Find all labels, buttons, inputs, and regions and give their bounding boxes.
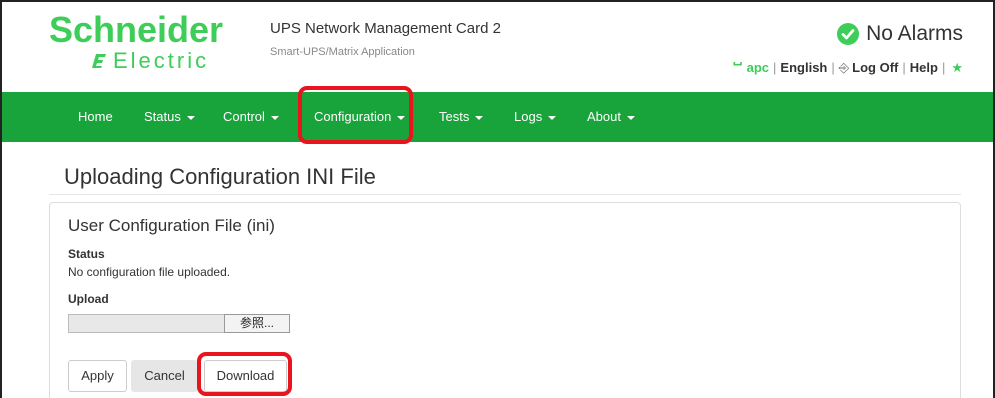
nav-tests-label: Tests [439, 109, 470, 124]
apply-button[interactable]: Apply [68, 360, 127, 392]
upload-label: Upload [68, 292, 109, 306]
configuration-highlight [298, 86, 413, 144]
separator: | [902, 60, 906, 75]
separator: | [941, 60, 946, 75]
electric-mark-icon [92, 54, 106, 68]
user-menu: ⵯ apc | English | ⎆ Log Off | Help | ★ [733, 59, 963, 76]
nav-home[interactable]: Home [78, 92, 113, 142]
help-link[interactable]: Help [910, 60, 938, 75]
check-circle-icon [837, 23, 860, 45]
language-link[interactable]: English [780, 60, 827, 75]
nav-home-label: Home [78, 109, 113, 124]
nav-logs-label: Logs [514, 109, 543, 124]
caret-down-icon [626, 115, 635, 120]
product-subtitle: Smart-UPS/Matrix Application [270, 46, 415, 58]
caret-down-icon [548, 115, 557, 120]
nav-about[interactable]: About [587, 92, 635, 142]
download-highlight [197, 352, 292, 396]
nav-about-label: About [587, 109, 621, 124]
caret-down-icon [475, 115, 484, 120]
user-icon: ⵯ [732, 59, 743, 75]
panel-title: User Configuration File (ini) [68, 216, 275, 235]
cancel-button[interactable]: Cancel [131, 360, 198, 392]
separator: | [773, 60, 777, 75]
browse-button[interactable]: 参照... [224, 314, 290, 333]
header: Schneider Electric UPS Network Managemen… [2, 2, 993, 92]
status-text: No configuration file uploaded. [68, 265, 231, 279]
nav-status[interactable]: Status [144, 92, 195, 142]
logo-wordmark-top: Schneider [49, 9, 224, 50]
schneider-electric-logo[interactable]: Schneider Electric [49, 12, 249, 78]
title-divider [49, 194, 961, 195]
logoff-icon: ⎆ [838, 59, 850, 75]
caret-down-icon [270, 115, 279, 120]
logo-wordmark-electric: Electric [113, 48, 210, 73]
nav-control-label: Control [223, 109, 265, 124]
caret-down-icon [186, 115, 195, 120]
browser-frame: Schneider Electric UPS Network Managemen… [0, 0, 995, 398]
pin-icon[interactable]: ★ [951, 60, 963, 76]
nav-tests[interactable]: Tests [439, 92, 484, 142]
logo-wordmark-bottom-group: Electric [89, 50, 209, 72]
nav-status-label: Status [144, 109, 181, 124]
product-info: UPS Network Management Card 2 Smart-UPS/… [270, 20, 501, 58]
logoff-link[interactable]: Log Off [852, 60, 898, 75]
page-title: Uploading Configuration INI File [64, 164, 376, 189]
nav-logs[interactable]: Logs [514, 92, 557, 142]
alarm-status[interactable]: No Alarms [837, 22, 963, 46]
user-link[interactable]: apc [747, 60, 769, 75]
nav-control[interactable]: Control [223, 92, 279, 142]
main-nav: Home Status Control Configuration Tests … [2, 92, 993, 142]
product-title: UPS Network Management Card 2 [270, 20, 501, 37]
separator: | [831, 60, 835, 75]
status-label: Status [68, 247, 105, 261]
alarm-status-text: No Alarms [866, 22, 963, 45]
